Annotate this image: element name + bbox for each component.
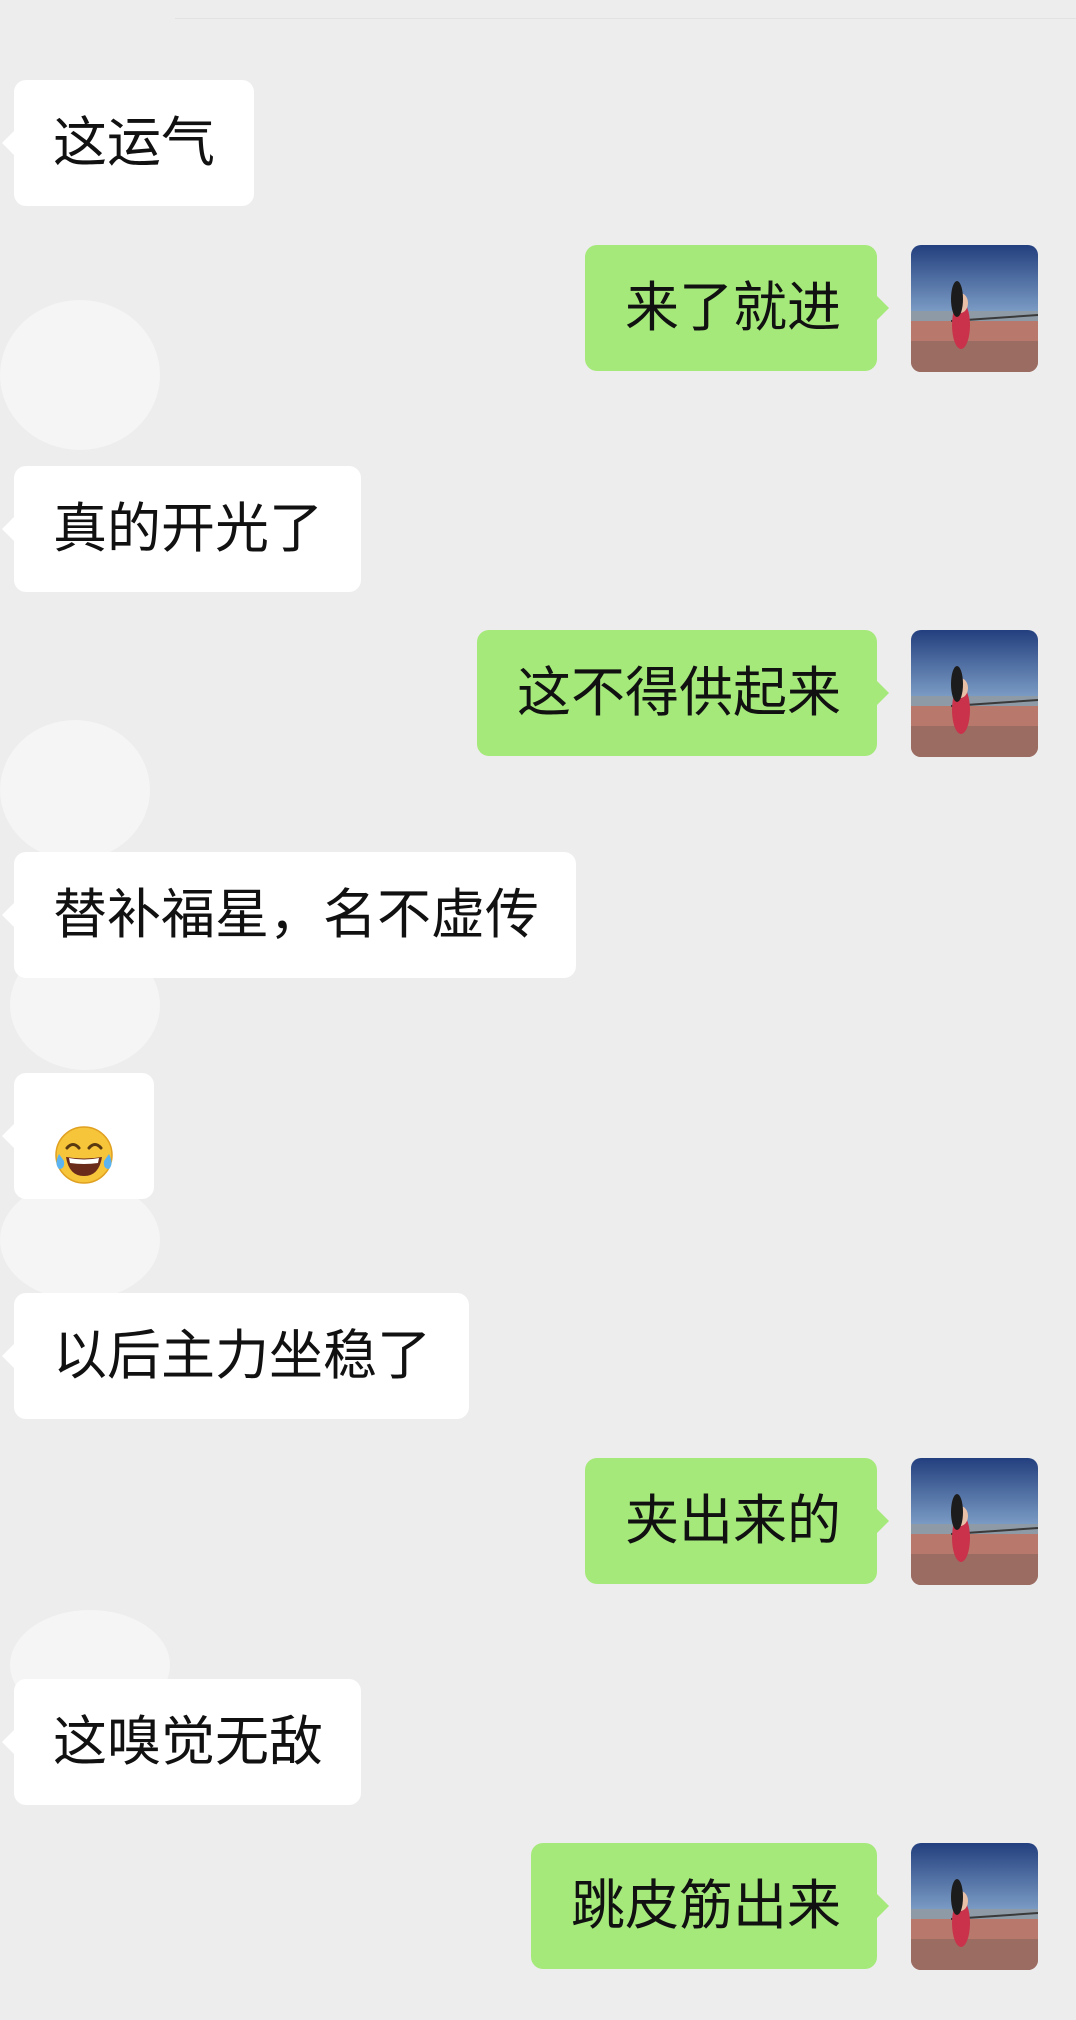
blurred-area <box>0 300 160 450</box>
avatar-photo-icon <box>911 1458 1038 1585</box>
top-divider <box>175 18 1076 19</box>
blurred-area <box>0 720 150 860</box>
outgoing-message[interactable]: 来了就进 <box>585 245 889 371</box>
message-text: 这不得供起来 <box>517 661 841 724</box>
incoming-message[interactable] <box>2 1073 154 1199</box>
message-text: 来了就进 <box>625 276 841 339</box>
self-avatar[interactable] <box>911 245 1038 372</box>
avatar-photo-icon <box>911 1843 1038 1970</box>
avatar-photo-icon <box>911 245 1038 372</box>
tears-of-joy-emoji <box>53 1105 115 1185</box>
self-avatar[interactable] <box>911 630 1038 757</box>
outgoing-message[interactable]: 这不得供起来 <box>477 630 889 756</box>
message-text: 这运气 <box>53 111 215 174</box>
outgoing-message[interactable]: 夹出来的 <box>585 1458 889 1584</box>
outgoing-message[interactable]: 跳皮筋出来 <box>531 1843 889 1969</box>
message-text: 真的开光了 <box>53 497 323 560</box>
incoming-message[interactable]: 真的开光了 <box>2 466 361 592</box>
message-text: 替补福星，名不虚传 <box>53 883 539 946</box>
avatar-photo-icon <box>911 630 1038 757</box>
message-text: 跳皮筋出来 <box>571 1874 841 1937</box>
self-avatar[interactable] <box>911 1843 1038 1970</box>
message-text: 以后主力坐稳了 <box>53 1324 431 1387</box>
incoming-message[interactable]: 替补福星，名不虚传 <box>2 852 576 978</box>
incoming-message[interactable]: 这嗅觉无敌 <box>2 1679 361 1805</box>
message-text: 这嗅觉无敌 <box>53 1710 323 1773</box>
message-text: 夹出来的 <box>625 1489 841 1552</box>
incoming-message[interactable]: 以后主力坐稳了 <box>2 1293 469 1419</box>
incoming-message[interactable]: 这运气 <box>2 80 254 206</box>
self-avatar[interactable] <box>911 1458 1038 1585</box>
